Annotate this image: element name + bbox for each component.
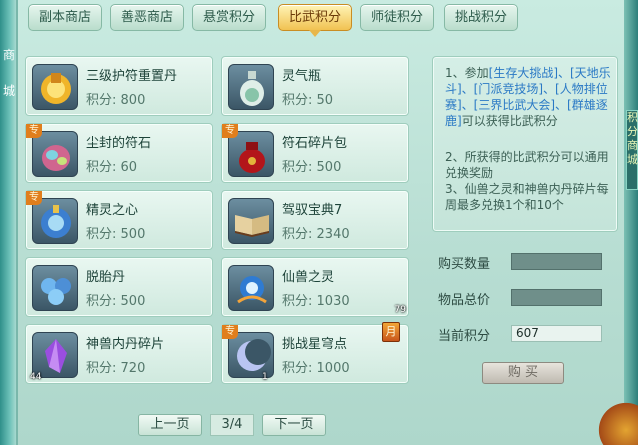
quantity-input[interactable]	[511, 253, 602, 270]
item-price: 积分: 1000	[282, 361, 350, 376]
monthly-badge: 月	[382, 322, 400, 342]
total-price-label: 物品总价	[438, 293, 491, 308]
item-count: 1	[262, 372, 268, 382]
exclusive-badge: 专	[26, 124, 42, 138]
item-card[interactable]: 专 尘封的符石 积分: 60	[25, 123, 213, 183]
next-page-button[interactable]: 下一页	[262, 414, 326, 436]
golden-talisman-icon	[32, 64, 78, 110]
side-text-char: 商	[627, 139, 638, 152]
rule-1: 1、参加[生存大挑战]、[天地乐斗]、[门派竞技场]、[人物排位赛]、[三界比武…	[445, 66, 611, 128]
item-grid: 三级护符重置丹 积分: 800 灵气瓶 积分: 50 专 尘封的符石 积分: 6…	[25, 56, 413, 386]
blue-pill-icon	[32, 265, 78, 311]
open-book-icon	[228, 198, 274, 244]
item-name: 神兽内丹碎片	[86, 337, 165, 352]
item-name: 挑战星穹点	[282, 337, 348, 352]
tab-bounty-points[interactable]: 悬赏积分	[192, 4, 266, 31]
item-price: 积分: 720	[86, 361, 146, 376]
item-name: 灵气瓶	[282, 69, 322, 84]
item-price: 积分: 500	[282, 160, 342, 175]
prev-page-button[interactable]: 上一页	[138, 414, 202, 436]
item-card[interactable]: 79 仙兽之灵 积分: 1030	[221, 257, 409, 317]
exclusive-badge: 专	[222, 124, 238, 138]
item-name: 驾驭宝典7	[282, 203, 343, 218]
item-price: 积分: 1030	[282, 294, 350, 309]
spirit-heart-icon	[32, 198, 78, 244]
tab-karma-shop[interactable]: 善恶商店	[110, 4, 184, 31]
item-card[interactable]: 驾驭宝典7 积分: 2340	[221, 190, 409, 250]
rules-panel: 1、参加[生存大挑战]、[天地乐斗]、[门派竞技场]、[人物排位赛]、[三界比武…	[432, 56, 618, 232]
side-text-char: 商	[2, 48, 15, 62]
side-text-char: 城	[2, 84, 15, 98]
rule-3: 3、仙兽之灵和神兽内丹碎片每周最多兑换1个和10个	[445, 182, 609, 212]
tab-challenge-points[interactable]: 挑战积分	[444, 4, 518, 31]
item-count: 44	[30, 372, 42, 382]
item-price: 积分: 50	[282, 93, 334, 108]
spirit-vase-icon	[228, 64, 274, 110]
exclusive-badge: 专	[26, 191, 42, 205]
item-card[interactable]: 灵气瓶 积分: 50	[221, 56, 409, 116]
side-text-char: 城	[627, 153, 638, 166]
item-card[interactable]: 三级护符重置丹 积分: 800	[25, 56, 213, 116]
side-text-char: 分	[627, 125, 638, 138]
beast-spirit-icon	[228, 265, 274, 311]
item-card[interactable]: 44 神兽内丹碎片 积分: 720	[25, 324, 213, 384]
rune-stone-icon	[32, 131, 78, 177]
buy-button[interactable]: 购 买	[482, 362, 564, 384]
item-price: 积分: 800	[86, 93, 146, 108]
exclusive-badge: 专	[222, 325, 238, 339]
right-side-panel	[624, 0, 638, 445]
item-name: 三级护符重置丹	[86, 69, 178, 84]
item-price: 积分: 60	[86, 160, 138, 175]
left-side-panel: 商 城	[0, 0, 18, 445]
item-card[interactable]: 专 精灵之心 积分: 500	[25, 190, 213, 250]
current-points-label: 当前积分	[438, 329, 491, 344]
rule-2: 2、所获得的比武积分可以通用兑换奖励	[445, 150, 609, 180]
tab-duel-points[interactable]: 比武积分	[278, 4, 352, 37]
current-points-field: 607	[511, 325, 602, 342]
tab-dungeon-shop[interactable]: 副本商店	[28, 4, 102, 31]
red-pouch-icon	[228, 131, 274, 177]
item-card[interactable]: 专 符石碎片包 积分: 500	[221, 123, 409, 183]
item-price: 积分: 500	[86, 294, 146, 309]
item-name: 仙兽之灵	[282, 270, 335, 285]
item-name: 脱胎丹	[86, 270, 126, 285]
side-tab-label[interactable]: 积 分 商 城	[626, 110, 638, 190]
side-text-char: 积	[627, 111, 638, 124]
item-card[interactable]: 脱胎丹 积分: 500	[25, 257, 213, 317]
item-price: 积分: 500	[86, 227, 146, 242]
item-card[interactable]: 专 1 月 挑战星穹点 积分: 1000	[221, 322, 409, 384]
page-indicator: 3/4	[210, 414, 254, 436]
item-price: 积分: 2340	[282, 227, 350, 242]
item-count: 79	[394, 305, 406, 315]
total-price-field	[511, 289, 602, 306]
item-name: 符石碎片包	[282, 136, 348, 151]
item-name: 精灵之心	[86, 203, 139, 218]
item-name: 尘封的符石	[86, 136, 152, 151]
tab-mentor-points[interactable]: 师徒积分	[360, 4, 434, 31]
quantity-label: 购买数量	[438, 257, 491, 272]
corner-ornament-icon	[598, 395, 638, 445]
